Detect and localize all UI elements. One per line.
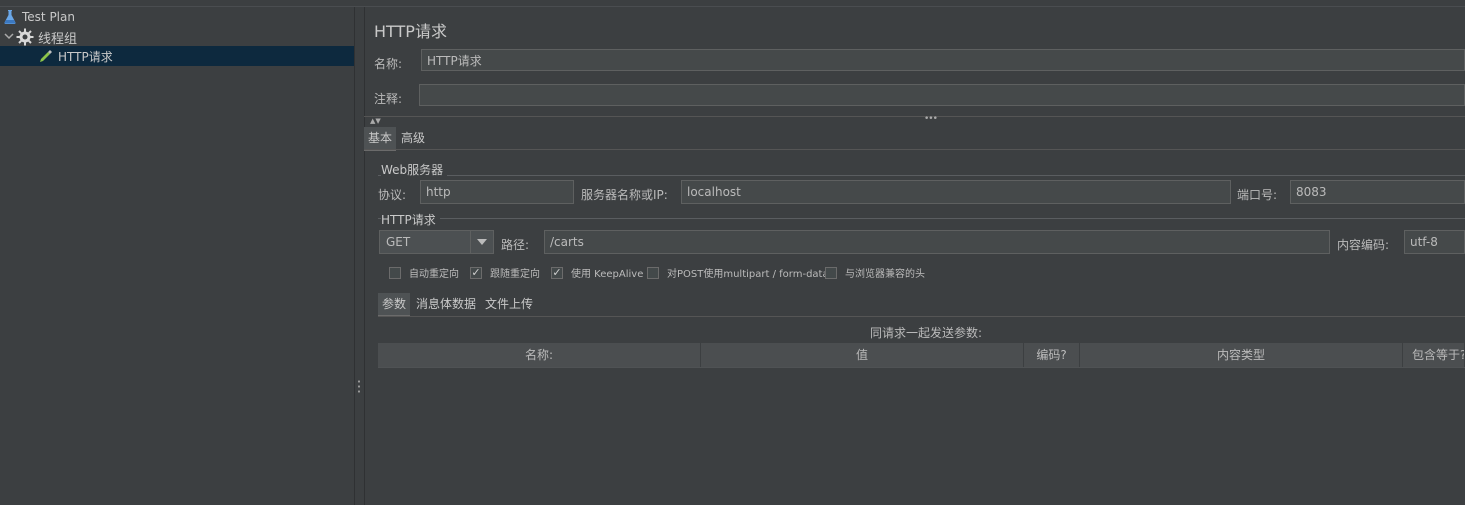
web-server-group-border — [378, 175, 1465, 176]
flask-icon — [2, 9, 18, 25]
checkbox-label: 与浏览器兼容的头 — [845, 269, 925, 280]
horizontal-splitter[interactable]: ▲▼ ••• — [364, 114, 1465, 125]
port-field[interactable] — [1290, 180, 1465, 204]
column-header-value[interactable]: 值 — [701, 343, 1024, 367]
content-encoding-label: 内容编码: — [1337, 238, 1390, 252]
http-request-group-title: HTTP请求 — [381, 211, 440, 228]
drag-handle-icon — [358, 379, 360, 393]
tab-file-upload[interactable]: 文件上传 — [481, 293, 537, 315]
gear-icon — [16, 28, 34, 46]
checkbox-label: 使用 KeepAlive — [571, 269, 644, 280]
comment-label: 注释: — [374, 92, 403, 106]
tree-item-label: 线程组 — [38, 31, 78, 47]
checkbox-box[interactable]: ✓ — [470, 266, 482, 279]
tree-item-label: HTTP请求 — [58, 49, 113, 64]
server-name-label: 服务器名称或IP: — [581, 188, 668, 202]
tree-item-test-plan[interactable]: Test Plan — [2, 7, 75, 27]
tab-body-data[interactable]: 消息体数据 — [412, 293, 480, 315]
pipette-icon — [38, 48, 54, 64]
sub-tab-divider — [378, 316, 1465, 317]
protocol-field[interactable] — [420, 180, 574, 204]
column-header-encode[interactable]: 编码? — [1024, 343, 1080, 367]
chevron-down-icon[interactable] — [2, 31, 16, 44]
checkbox-box[interactable] — [647, 266, 659, 279]
http-request-panel: HTTP请求 名称: 注释: ▲▼ ••• 基本 高级 Web服务器 协议: 服… — [364, 7, 1465, 505]
column-header-include-equals[interactable]: 包含等于? — [1403, 343, 1465, 367]
checkbox-label: 自动重定向 — [409, 269, 459, 280]
checkbox-box[interactable]: ✓ — [551, 266, 563, 279]
comment-field[interactable] — [419, 84, 1465, 106]
checkbox-multipart[interactable]: 对POST使用multipart / form-data — [647, 265, 829, 280]
column-header-name[interactable]: 名称: — [378, 343, 701, 367]
checkbox-auto-redirect[interactable]: 自动重定向 — [389, 265, 459, 280]
dropdown-arrow-icon[interactable] — [470, 231, 493, 253]
name-label: 名称: — [374, 57, 403, 71]
web-server-group-title: Web服务器 — [381, 161, 448, 178]
tab-parameters[interactable]: 参数 — [378, 293, 411, 317]
method-select-value: GET — [386, 235, 411, 249]
content-encoding-field[interactable] — [1404, 230, 1465, 254]
checkbox-browser-compatible-headers[interactable]: 与浏览器兼容的头 — [825, 265, 925, 280]
checkbox-follow-redirect[interactable]: ✓ 跟随重定向 — [470, 265, 540, 280]
tree-item-label: Test Plan — [22, 10, 75, 24]
table-bottom-line — [378, 367, 1465, 368]
tree-item-thread-group[interactable]: 线程组 — [2, 27, 77, 47]
name-field[interactable] — [421, 49, 1465, 71]
protocol-label: 协议: — [378, 188, 407, 202]
tab-divider — [364, 149, 1465, 150]
page-title: HTTP请求 — [374, 22, 447, 41]
top-toolbar-strip — [0, 0, 1465, 7]
http-request-group-border — [378, 218, 1465, 219]
column-header-content-type[interactable]: 内容类型 — [1080, 343, 1403, 367]
server-name-field[interactable] — [681, 180, 1231, 204]
checkbox-label: 对POST使用multipart / form-data — [667, 269, 829, 280]
port-label: 端口号: — [1237, 188, 1278, 202]
method-select[interactable]: GET — [379, 230, 494, 254]
tab-advanced[interactable]: 高级 — [397, 127, 429, 149]
tree-item-http-request[interactable]: HTTP请求 — [0, 46, 354, 66]
collapse-arrows-icon[interactable]: ▲▼ — [370, 117, 381, 125]
checkbox-keepalive[interactable]: ✓ 使用 KeepAlive — [551, 265, 643, 280]
test-plan-tree: Test Plan 线程组 HTTP请求 — [0, 7, 354, 505]
params-caption: 同请求一起发送参数: — [870, 326, 983, 340]
checkbox-box[interactable] — [825, 266, 837, 279]
path-label: 路径: — [501, 238, 530, 252]
tab-basic[interactable]: 基本 — [364, 127, 397, 151]
checkbox-label: 跟随重定向 — [490, 269, 540, 280]
path-field[interactable] — [544, 230, 1330, 254]
checkbox-box[interactable] — [389, 266, 401, 279]
drag-handle-icon: ••• — [924, 114, 938, 124]
